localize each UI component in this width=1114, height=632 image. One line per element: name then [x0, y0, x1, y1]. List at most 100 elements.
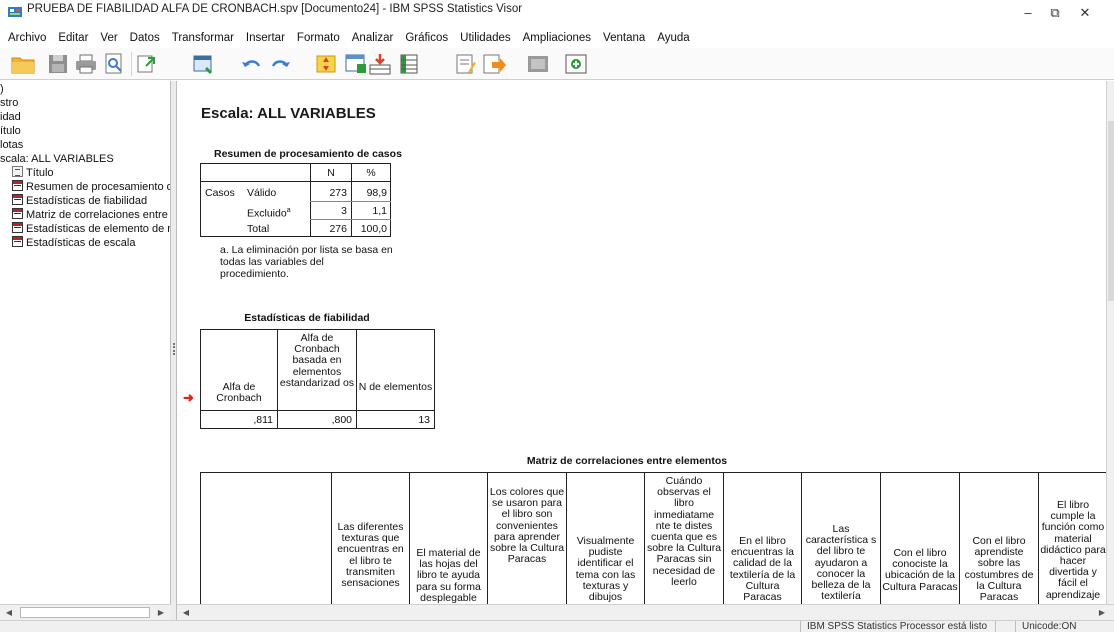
scrollbar-thumb[interactable]	[1108, 121, 1114, 301]
menu-analizar[interactable]: Analizar	[346, 31, 400, 45]
outline-item-label: )	[0, 83, 4, 95]
close-button[interactable]: ✕	[1070, 0, 1100, 26]
goto-data-icon[interactable]	[313, 52, 339, 76]
row-label: Total	[247, 223, 270, 235]
unicode-status: Unicode:ON	[1015, 621, 1085, 632]
outline-item-label: Resumen de procesamiento de	[26, 181, 171, 193]
cell-value: 13	[418, 414, 430, 426]
title-icon	[12, 166, 23, 177]
variables-icon[interactable]	[397, 52, 423, 76]
outline-horizontal-scrollbar[interactable]: ◀ ▶	[0, 604, 171, 620]
outline-item[interactable]: Matriz de correlaciones entre ele	[12, 208, 170, 222]
corr-col-header: El material de las hojas del libro te ay…	[416, 547, 481, 604]
case-summary-title: Resumen de procesamiento de casos	[214, 148, 402, 160]
menu-bar: Archivo Editar Ver Datos Transformar Ins…	[0, 28, 1114, 48]
outline-item-label: Estadísticas de elemento de res	[26, 223, 171, 235]
content-horizontal-scrollbar[interactable]: ◀ ▶	[177, 604, 1114, 620]
menu-datos[interactable]: Datos	[124, 31, 166, 45]
outline-item[interactable]: Estadísticas de escala	[12, 236, 135, 250]
outline-item[interactable]: lotas	[0, 138, 23, 152]
toolbar-separator	[131, 52, 132, 76]
outline-item[interactable]: stro	[0, 96, 18, 110]
row-label-text: Excluido	[247, 207, 287, 220]
menu-ayuda[interactable]: Ayuda	[651, 31, 695, 45]
menu-transformar[interactable]: Transformar	[166, 31, 240, 45]
correlation-title: Matriz de correlaciones entre elementos	[526, 455, 728, 467]
processor-status: IBM SPSS Statistics Processor está listo	[800, 621, 990, 632]
table-icon	[12, 180, 23, 191]
cell-value: 3	[341, 205, 347, 217]
outline-item-label: Estadísticas de fiabilidad	[26, 195, 148, 207]
cell-value: ,811	[253, 414, 273, 426]
scale-heading: Escala: ALL VARIABLES	[201, 105, 376, 122]
splitter-grip-icon	[173, 343, 175, 355]
corr-col-header: El libro cumple la función como material…	[1040, 499, 1106, 601]
open-icon[interactable]	[10, 52, 36, 76]
col-header-n: N	[327, 167, 335, 179]
row-label: Excluidoa	[247, 205, 291, 220]
print-preview-icon[interactable]	[101, 52, 127, 76]
scroll-left-arrow-icon[interactable]: ◀	[179, 606, 193, 619]
redo-icon[interactable]	[267, 52, 293, 76]
outline-item[interactable]: Resumen de procesamiento de	[12, 180, 171, 194]
outline-pane: ) stro idad ítulo lotas scala: ALL VARIA…	[0, 81, 171, 620]
selection-arrow-icon: ➜	[183, 390, 194, 405]
table-icon	[12, 194, 23, 205]
menu-ampliaciones[interactable]: Ampliaciones	[517, 31, 597, 45]
menu-formato[interactable]: Formato	[291, 31, 346, 45]
outline-item[interactable]: Estadísticas de elemento de res	[12, 222, 171, 236]
col-header-alpha-std: Alfa de Cronbach basada en elementos est…	[279, 332, 355, 389]
footnote-marker: a	[286, 207, 291, 214]
goto-variable-icon[interactable]	[367, 52, 393, 76]
row-label: Válido	[247, 187, 277, 199]
case-summary-footnote: a. La eliminación por lista se basa en t…	[220, 244, 393, 280]
table-icon	[12, 222, 23, 233]
outline-item-label: Título	[26, 167, 54, 179]
show-all-icon[interactable]	[563, 52, 589, 76]
menu-ver[interactable]: Ver	[94, 31, 123, 45]
col-header-alpha: Alfa de Cronbach	[216, 381, 262, 405]
menu-ventana[interactable]: Ventana	[597, 31, 651, 45]
insert-text-icon[interactable]	[452, 52, 478, 76]
scroll-left-arrow-icon[interactable]: ◀	[2, 606, 16, 619]
scrollbar-thumb[interactable]	[20, 607, 150, 618]
print-icon[interactable]	[73, 52, 99, 76]
export-icon[interactable]	[134, 52, 160, 76]
goto-case-icon[interactable]	[343, 52, 369, 76]
scroll-right-arrow-icon[interactable]: ▶	[1095, 606, 1109, 619]
menu-archivo[interactable]: Archivo	[0, 31, 52, 45]
menu-utilidades[interactable]: Utilidades	[454, 31, 517, 45]
minimize-button[interactable]: –	[1013, 0, 1043, 26]
menu-insertar[interactable]: Insertar	[240, 31, 291, 45]
menu-graficos[interactable]: Gráficos	[399, 31, 454, 45]
menu-editar[interactable]: Editar	[52, 31, 94, 45]
cell-value: 98,9	[366, 187, 387, 199]
outline-item-label: lotas	[0, 139, 24, 151]
recall-dialog-icon[interactable]	[191, 52, 217, 76]
outline-item-label: idad	[0, 111, 21, 123]
save-icon[interactable]	[45, 52, 71, 76]
outline-item[interactable]: Estadísticas de fiabilidad	[12, 194, 147, 208]
corr-col-header: Las característica s del libro te ayudar…	[805, 523, 877, 603]
corr-col-header: Los colores que se usaron para el libro …	[489, 486, 565, 566]
scroll-right-arrow-icon[interactable]: ▶	[154, 606, 168, 619]
designate-window-icon[interactable]	[525, 52, 551, 76]
table-icon	[12, 236, 23, 247]
corr-col-header: Cuándo observas el libro inmediatame nte…	[646, 475, 722, 588]
vertical-scrollbar[interactable]	[1106, 81, 1114, 604]
corr-col-header: En el libro encuentras la calidad de la …	[729, 535, 796, 604]
reliability-title: Estadísticas de fiabilidad	[244, 312, 370, 324]
corr-col-header: Con el libro aprendiste sobre las costum…	[964, 535, 1034, 604]
outline-item[interactable]: )	[0, 82, 4, 96]
undo-icon[interactable]	[239, 52, 265, 76]
cell-value: 276	[329, 223, 347, 235]
row-group-label: Casos	[205, 187, 235, 199]
outline-item[interactable]: Título	[12, 166, 54, 180]
outline-item[interactable]: idad	[0, 110, 21, 124]
outline-item[interactable]: ítulo	[0, 124, 21, 138]
outline-item[interactable]: scala: ALL VARIABLES	[0, 152, 114, 166]
maximize-button[interactable]: ⧉	[1040, 0, 1070, 26]
cell-value: ,800	[331, 414, 352, 426]
outline-item-label: Estadísticas de escala	[26, 237, 136, 249]
insert-heading-icon[interactable]	[480, 52, 506, 76]
